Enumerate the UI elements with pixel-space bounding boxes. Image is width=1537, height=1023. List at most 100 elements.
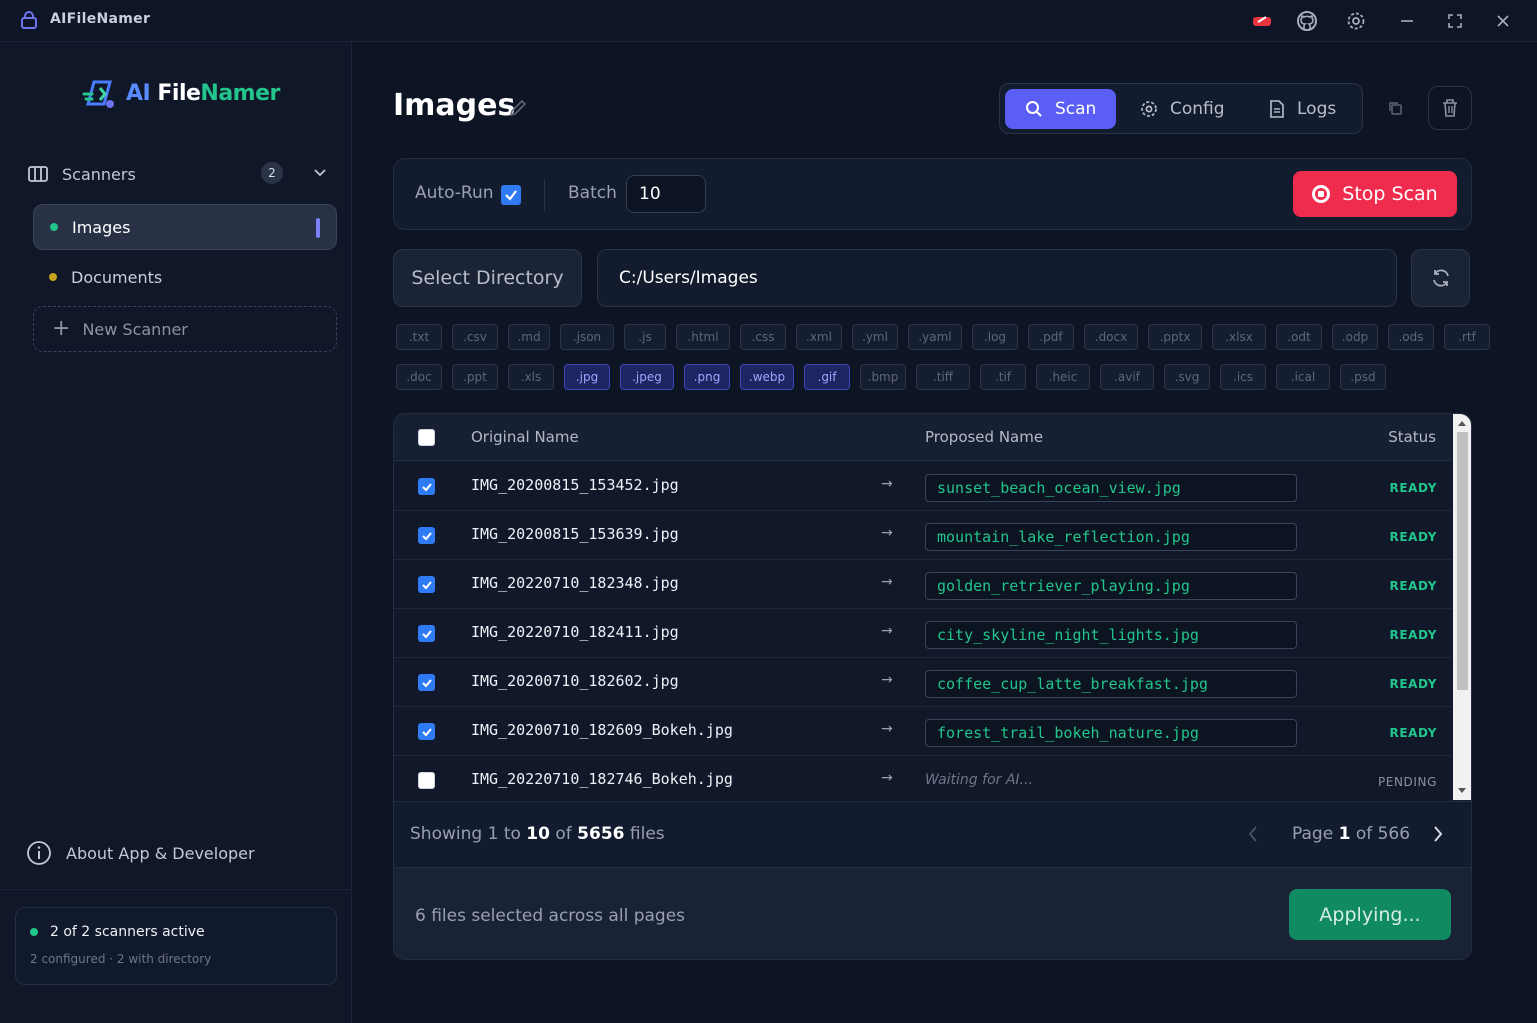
extension-chip[interactable]: .pptx bbox=[1148, 324, 1202, 350]
chevron-down-icon[interactable] bbox=[312, 164, 328, 180]
table-scrollbar[interactable] bbox=[1453, 414, 1471, 800]
row-checkbox[interactable] bbox=[418, 478, 435, 495]
table-row[interactable]: IMG_20200815_153452.jpg → sunset_beach_oce… bbox=[394, 462, 1452, 511]
extension-chip[interactable]: .png bbox=[684, 364, 730, 390]
select-all-checkbox[interactable] bbox=[418, 429, 435, 446]
proposed-name-input[interactable]: golden_retriever_playing.jpg bbox=[925, 572, 1297, 600]
logo-icon bbox=[82, 80, 114, 108]
arrow-right-icon: → bbox=[881, 721, 893, 737]
table-row[interactable]: IMG_20220710_182411.jpg → city_skyline_nig… bbox=[394, 609, 1452, 658]
extension-chip[interactable]: .avif bbox=[1100, 364, 1154, 390]
proposed-name-input[interactable]: city_skyline_night_lights.jpg bbox=[925, 621, 1297, 649]
row-checkbox[interactable] bbox=[418, 723, 435, 740]
proposed-name-input[interactable]: mountain_lake_reflection.jpg bbox=[925, 523, 1297, 551]
extension-chip[interactable]: .tif bbox=[980, 364, 1026, 390]
extension-chip[interactable]: .css bbox=[740, 324, 786, 350]
extension-chip[interactable]: .xls bbox=[508, 364, 554, 390]
proposed-name-input[interactable]: forest_trail_bokeh_nature.jpg bbox=[925, 719, 1297, 747]
extension-chip[interactable]: .xml bbox=[796, 324, 842, 350]
extension-chip[interactable]: .html bbox=[676, 324, 730, 350]
scanners-section-header[interactable]: Scanners 2 bbox=[28, 160, 332, 188]
accent-icon[interactable] bbox=[1250, 9, 1274, 33]
maximize-icon[interactable] bbox=[1443, 9, 1467, 33]
extension-chip[interactable]: .pdf bbox=[1028, 324, 1074, 350]
tab-label: Scan bbox=[1055, 99, 1097, 119]
extension-chip[interactable]: .doc bbox=[396, 364, 442, 390]
extension-chip[interactable]: .webp bbox=[740, 364, 794, 390]
extension-chip[interactable]: .log bbox=[972, 324, 1018, 350]
apply-button[interactable]: Applying... bbox=[1289, 889, 1451, 940]
extension-chip[interactable]: .svg bbox=[1164, 364, 1210, 390]
divider bbox=[0, 889, 352, 890]
extension-chip[interactable]: .ics bbox=[1220, 364, 1266, 390]
previous-page-icon[interactable] bbox=[1246, 824, 1260, 844]
tab-config[interactable]: Config bbox=[1120, 89, 1245, 129]
row-checkbox[interactable] bbox=[418, 527, 435, 544]
row-checkbox[interactable] bbox=[418, 674, 435, 691]
original-name: IMG_20220710_182746_Bokeh.jpg bbox=[471, 770, 733, 788]
new-scanner-button[interactable]: + New Scanner bbox=[33, 306, 337, 352]
extension-chip[interactable]: .tiff bbox=[916, 364, 970, 390]
sidebar-item-images[interactable]: Images bbox=[33, 204, 337, 250]
gear-icon[interactable] bbox=[1344, 9, 1368, 33]
duplicate-button[interactable] bbox=[1373, 86, 1417, 130]
extension-chip[interactable]: .ical bbox=[1276, 364, 1330, 390]
row-checkbox[interactable] bbox=[418, 772, 435, 789]
extension-chip[interactable]: .csv bbox=[452, 324, 498, 350]
extension-chip[interactable]: .xlsx bbox=[1212, 324, 1266, 350]
next-page-icon[interactable] bbox=[1431, 824, 1445, 844]
table-row[interactable]: IMG_20200710_182602.jpg → coffee_cup_latte… bbox=[394, 658, 1452, 707]
autorun-checkbox[interactable] bbox=[501, 185, 521, 205]
directory-path-field[interactable]: C:/Users/Images bbox=[597, 249, 1397, 307]
app-logo: AI FileNamer bbox=[80, 74, 280, 112]
info-icon bbox=[27, 841, 51, 865]
minimize-icon[interactable] bbox=[1395, 9, 1419, 33]
row-checkbox[interactable] bbox=[418, 625, 435, 642]
extension-chip[interactable]: .js bbox=[624, 324, 666, 350]
extension-chip[interactable]: .json bbox=[560, 324, 614, 350]
extension-chip[interactable]: .heic bbox=[1036, 364, 1090, 390]
proposed-name-input[interactable]: sunset_beach_ocean_view.jpg bbox=[925, 474, 1297, 502]
table-header: Original Name Proposed Name Status bbox=[394, 414, 1452, 461]
tab-scan[interactable]: Scan bbox=[1005, 89, 1117, 129]
table-row[interactable]: IMG_20220710_182746_Bokeh.jpg → Waiting fo… bbox=[394, 756, 1452, 805]
scroll-up-arrow[interactable] bbox=[1458, 421, 1466, 426]
extension-chip[interactable]: .txt bbox=[396, 324, 442, 350]
table-row[interactable]: IMG_20200710_182609_Bokeh.jpg → forest_tra… bbox=[394, 707, 1452, 756]
about-link[interactable]: About App & Developer bbox=[26, 840, 255, 866]
tab-logs[interactable]: Logs bbox=[1249, 89, 1356, 129]
extension-chip[interactable]: .ods bbox=[1388, 324, 1434, 350]
github-icon[interactable] bbox=[1295, 9, 1319, 33]
scrollbar-thumb[interactable] bbox=[1457, 432, 1468, 690]
extension-chip[interactable]: .rtf bbox=[1444, 324, 1490, 350]
extension-chip[interactable]: .psd bbox=[1340, 364, 1386, 390]
extension-chip[interactable]: .jpeg bbox=[620, 364, 674, 390]
extension-chip[interactable]: .odt bbox=[1276, 324, 1322, 350]
select-directory-button[interactable]: Select Directory bbox=[393, 249, 582, 307]
row-checkbox[interactable] bbox=[418, 576, 435, 593]
extension-chip[interactable]: .odp bbox=[1332, 324, 1378, 350]
table-row[interactable]: IMG_20200815_153639.jpg → mountain_lake_re… bbox=[394, 511, 1452, 560]
extension-chip[interactable]: .docx bbox=[1084, 324, 1138, 350]
new-scanner-label: New Scanner bbox=[82, 319, 188, 339]
proposed-name-input[interactable]: coffee_cup_latte_breakfast.jpg bbox=[925, 670, 1297, 698]
status-badge: READY bbox=[1389, 579, 1437, 593]
extension-chip[interactable]: .bmp bbox=[860, 364, 906, 390]
table-row[interactable]: IMG_20220710_182348.jpg → golden_retriever… bbox=[394, 560, 1452, 609]
stop-scan-button[interactable]: Stop Scan bbox=[1293, 171, 1457, 217]
extension-chip[interactable]: .yaml bbox=[908, 324, 962, 350]
batch-size-input[interactable]: 10 bbox=[626, 175, 706, 213]
delete-scanner-button[interactable] bbox=[1428, 86, 1472, 130]
extension-chip[interactable]: .yml bbox=[852, 324, 898, 350]
checkmark-icon bbox=[421, 629, 432, 638]
selected-files-text: 6 files selected across all pages bbox=[415, 906, 686, 926]
sidebar-item-documents[interactable]: Documents bbox=[33, 254, 337, 300]
extension-chip[interactable]: .gif bbox=[804, 364, 850, 390]
extension-chip[interactable]: .jpg bbox=[564, 364, 610, 390]
extension-chip[interactable]: .md bbox=[508, 324, 550, 350]
scroll-down-arrow[interactable] bbox=[1458, 788, 1466, 793]
extension-chip[interactable]: .ppt bbox=[452, 364, 498, 390]
refresh-button[interactable] bbox=[1411, 249, 1470, 307]
close-icon[interactable] bbox=[1491, 9, 1515, 33]
pencil-icon[interactable] bbox=[508, 98, 528, 118]
